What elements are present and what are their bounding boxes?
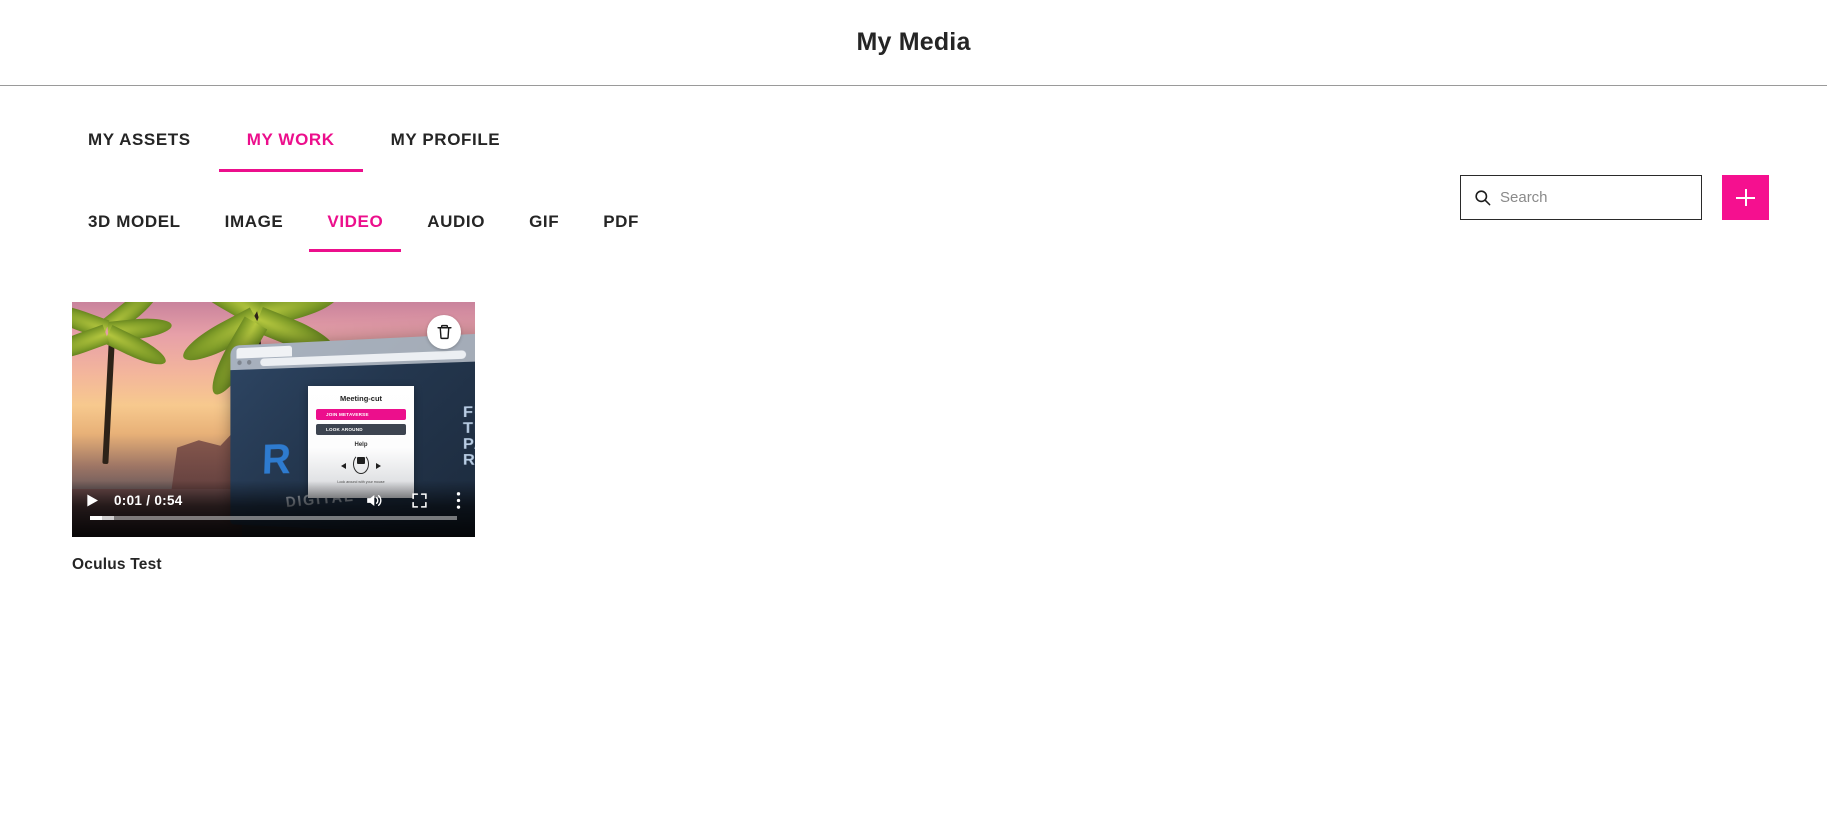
media-card[interactable]: R DIGITAL FU TE PA RE Meeting-cut JOIN M… xyxy=(72,302,475,574)
media-grid: R DIGITAL FU TE PA RE Meeting-cut JOIN M… xyxy=(0,302,1827,574)
tab-my-profile[interactable]: MY PROFILE xyxy=(363,130,529,172)
tab-gif[interactable]: GIF xyxy=(507,212,581,252)
tab-my-assets[interactable]: MY ASSETS xyxy=(88,130,219,172)
mouse-hint-icon xyxy=(341,452,381,478)
tab-pdf[interactable]: PDF xyxy=(581,212,661,252)
look-around-button: LOOK AROUND xyxy=(316,424,406,435)
media-title: Oculus Test xyxy=(72,556,162,573)
more-options-button[interactable] xyxy=(456,491,461,510)
app-header: My Media xyxy=(0,0,1827,86)
video-controls: 0:01 / 0:54 xyxy=(72,481,475,537)
play-button[interactable] xyxy=(84,492,100,509)
tab-3d-model[interactable]: 3D MODEL xyxy=(88,212,203,252)
search-toolbar xyxy=(1460,175,1769,220)
tab-image[interactable]: IMAGE xyxy=(203,212,306,252)
page-title: My Media xyxy=(856,28,971,56)
brand-logo: R xyxy=(261,435,289,484)
video-player[interactable]: R DIGITAL FU TE PA RE Meeting-cut JOIN M… xyxy=(72,302,475,537)
more-vertical-icon xyxy=(456,491,461,509)
poster-text: FU TE PA RE xyxy=(462,402,475,470)
fullscreen-button[interactable] xyxy=(411,492,428,509)
video-progress-bar[interactable] xyxy=(90,516,457,520)
dialog-title: Meeting-cut xyxy=(339,394,383,403)
video-progress-played xyxy=(90,516,102,520)
volume-button[interactable] xyxy=(364,491,383,510)
delete-media-button[interactable] xyxy=(427,315,461,349)
video-timestamp: 0:01 / 0:54 xyxy=(114,492,183,508)
dialog-help-label: Help xyxy=(354,442,368,448)
trash-icon xyxy=(436,324,452,340)
tab-audio[interactable]: AUDIO xyxy=(405,212,507,252)
add-media-button[interactable] xyxy=(1722,175,1769,220)
join-metaverse-button: JOIN METAVERSE xyxy=(316,409,406,420)
tab-my-work[interactable]: MY WORK xyxy=(218,130,363,172)
primary-tab-bar: MY ASSETS MY WORK MY PROFILE xyxy=(0,130,1827,172)
volume-icon xyxy=(367,494,382,506)
play-icon xyxy=(87,494,98,506)
search-box[interactable] xyxy=(1460,175,1702,220)
fullscreen-icon xyxy=(412,492,427,508)
search-input[interactable] xyxy=(1500,189,1699,206)
tab-video[interactable]: VIDEO xyxy=(305,212,405,252)
search-icon xyxy=(1475,190,1491,206)
